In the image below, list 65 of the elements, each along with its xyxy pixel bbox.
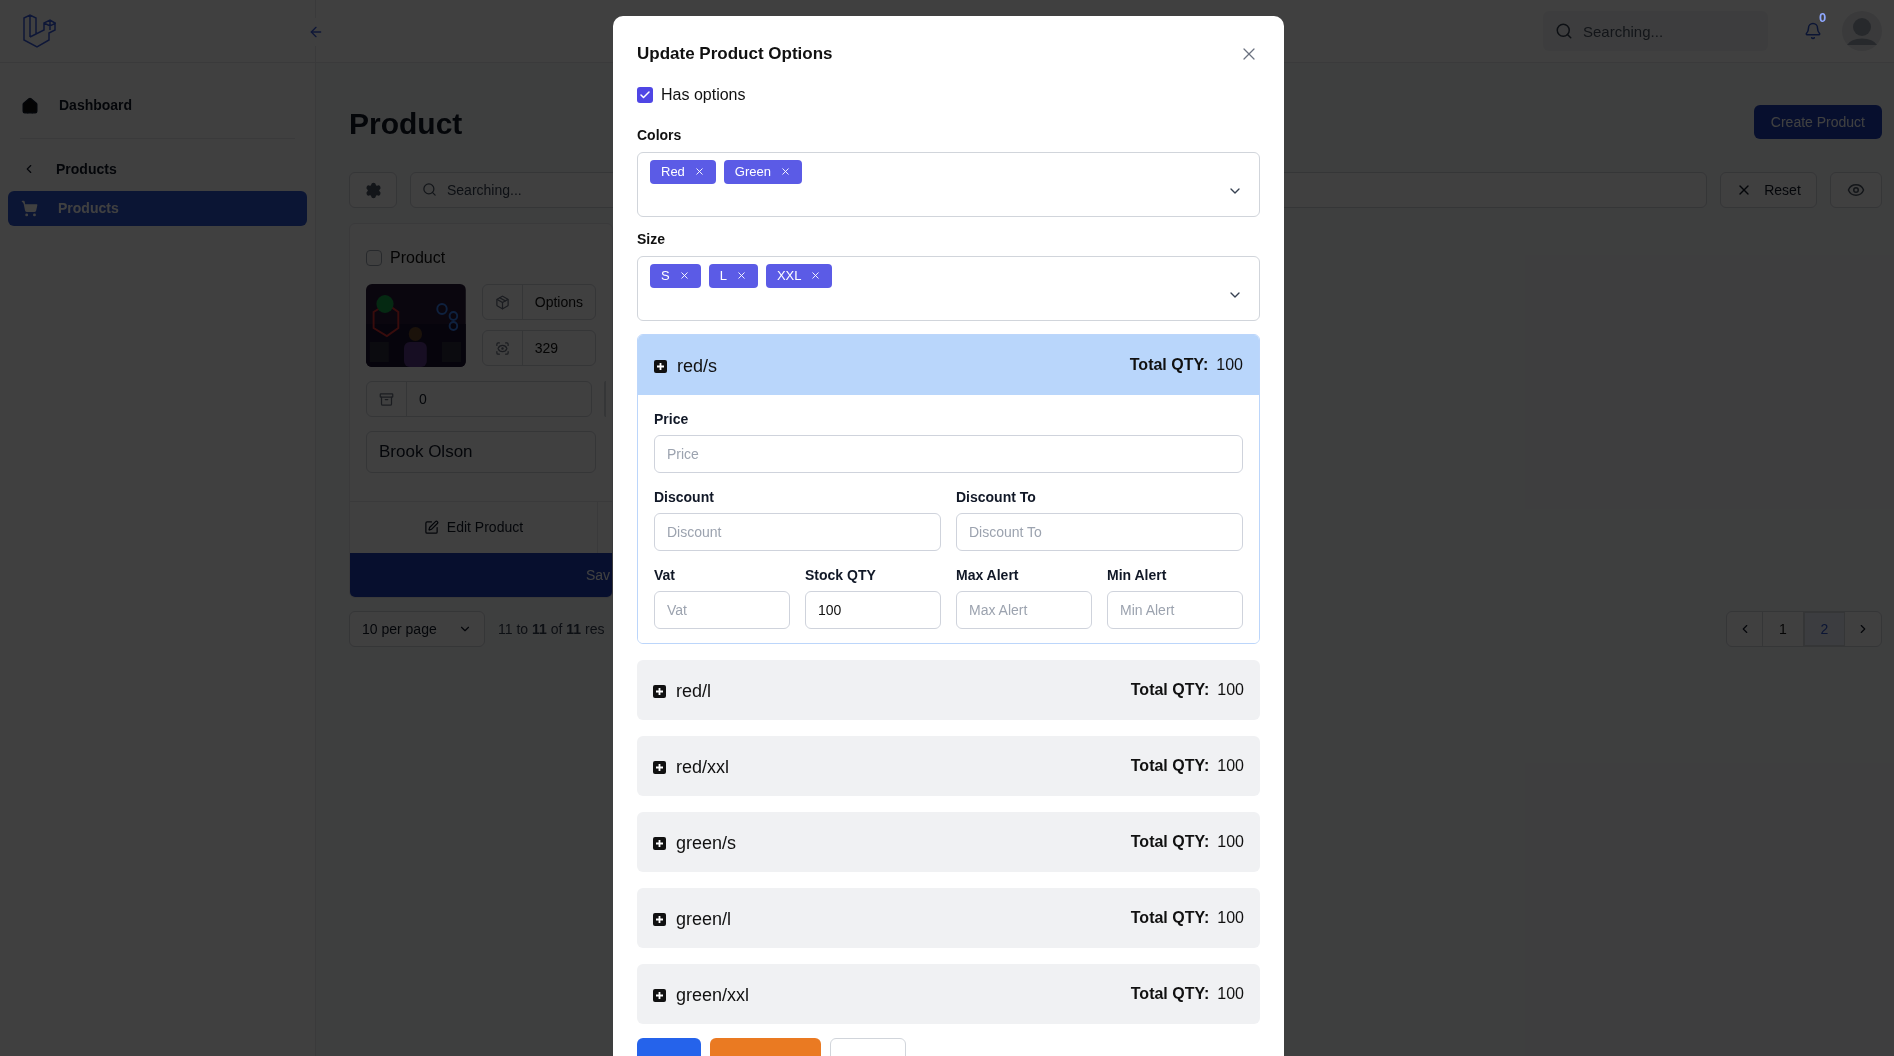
plus-square-icon xyxy=(653,913,666,926)
variant-header[interactable]: green/xxl Total QTY: 100 xyxy=(637,963,1260,1024)
check-icon xyxy=(639,88,651,101)
tag[interactable]: Red xyxy=(650,159,716,184)
plus-square-icon xyxy=(653,989,666,1002)
total-qty-label: Total QTY: xyxy=(1130,907,1210,928)
total-qty-label: Total QTY: xyxy=(1129,354,1209,375)
tag[interactable]: S xyxy=(650,263,701,288)
variant-header[interactable]: green/l Total QTY: 100 xyxy=(637,887,1260,948)
checkbox[interactable] xyxy=(637,86,653,103)
variant-header[interactable]: red/xxl Total QTY: 100 xyxy=(637,735,1260,796)
remove-icon[interactable] xyxy=(735,270,747,281)
total-qty-label: Total QTY: xyxy=(1130,983,1210,1004)
variant-name: green/xxl xyxy=(676,984,750,1007)
multi-select[interactable]: Red Green xyxy=(637,151,1260,217)
variant-header[interactable]: red/l Total QTY: 100 xyxy=(637,659,1260,720)
checkbox-label: Has options xyxy=(661,84,746,105)
modal-title: Update Product Options xyxy=(637,43,833,65)
input-field[interactable]: Price xyxy=(654,434,1243,473)
field-label: Discount xyxy=(654,487,715,507)
checkbox-label: Product xyxy=(390,248,446,268)
notification-count: 0 xyxy=(1819,9,1827,27)
total-qty-label: Total QTY: xyxy=(1130,831,1210,852)
total-qty-value: 100 xyxy=(1216,354,1243,375)
variant-name: red/s xyxy=(677,355,718,378)
total-qty-label: Total QTY: xyxy=(1130,679,1210,700)
plus-square-icon xyxy=(654,360,667,373)
multi-select[interactable]: S L XXL xyxy=(637,255,1260,321)
field-label: Vat xyxy=(654,565,676,585)
page-title: Product xyxy=(349,106,463,139)
variant-name: red/xxl xyxy=(676,756,729,779)
total-qty-value: 100 xyxy=(1217,679,1244,700)
input-field[interactable]: Vat xyxy=(654,590,790,629)
tag[interactable]: XXL xyxy=(765,263,833,288)
field-label: Colors xyxy=(637,125,683,145)
field-label: Price xyxy=(654,409,690,429)
variant-header[interactable]: red/s Total QTY: 100 xyxy=(638,334,1259,395)
tag[interactable]: L xyxy=(708,263,758,288)
field-label: Min Alert xyxy=(1107,565,1168,585)
field-label: Max Alert xyxy=(956,565,1020,585)
total-qty-value: 100 xyxy=(1217,831,1244,852)
total-qty-value: 100 xyxy=(1217,907,1244,928)
remove-icon[interactable] xyxy=(678,270,690,281)
remove-icon[interactable] xyxy=(693,166,705,177)
tag[interactable]: Green xyxy=(723,159,802,184)
field-label: Discount To xyxy=(956,487,1037,507)
plus-square-icon xyxy=(653,837,666,850)
plus-square-icon xyxy=(653,761,666,774)
remove-icon[interactable] xyxy=(810,270,822,281)
total-qty-value: 100 xyxy=(1217,755,1244,776)
field-label: Stock QTY xyxy=(805,565,877,585)
total-qty-label: Total QTY: xyxy=(1130,755,1210,776)
input-field[interactable]: Discount To xyxy=(956,512,1243,551)
variant-header[interactable]: green/s Total QTY: 100 xyxy=(637,811,1260,872)
plus-square-icon xyxy=(653,685,666,698)
variant-name: green/s xyxy=(676,832,737,855)
field-label: Size xyxy=(637,229,666,249)
variant-name: red/l xyxy=(676,680,711,703)
input-field[interactable]: 100 xyxy=(805,590,941,629)
variant-name: green/l xyxy=(676,908,732,931)
input-field[interactable]: Max Alert xyxy=(956,590,1092,629)
total-qty-value: 100 xyxy=(1217,983,1244,1004)
input-field[interactable]: Discount xyxy=(654,512,941,551)
input-field[interactable]: Min Alert xyxy=(1107,590,1243,629)
remove-icon[interactable] xyxy=(780,166,791,177)
